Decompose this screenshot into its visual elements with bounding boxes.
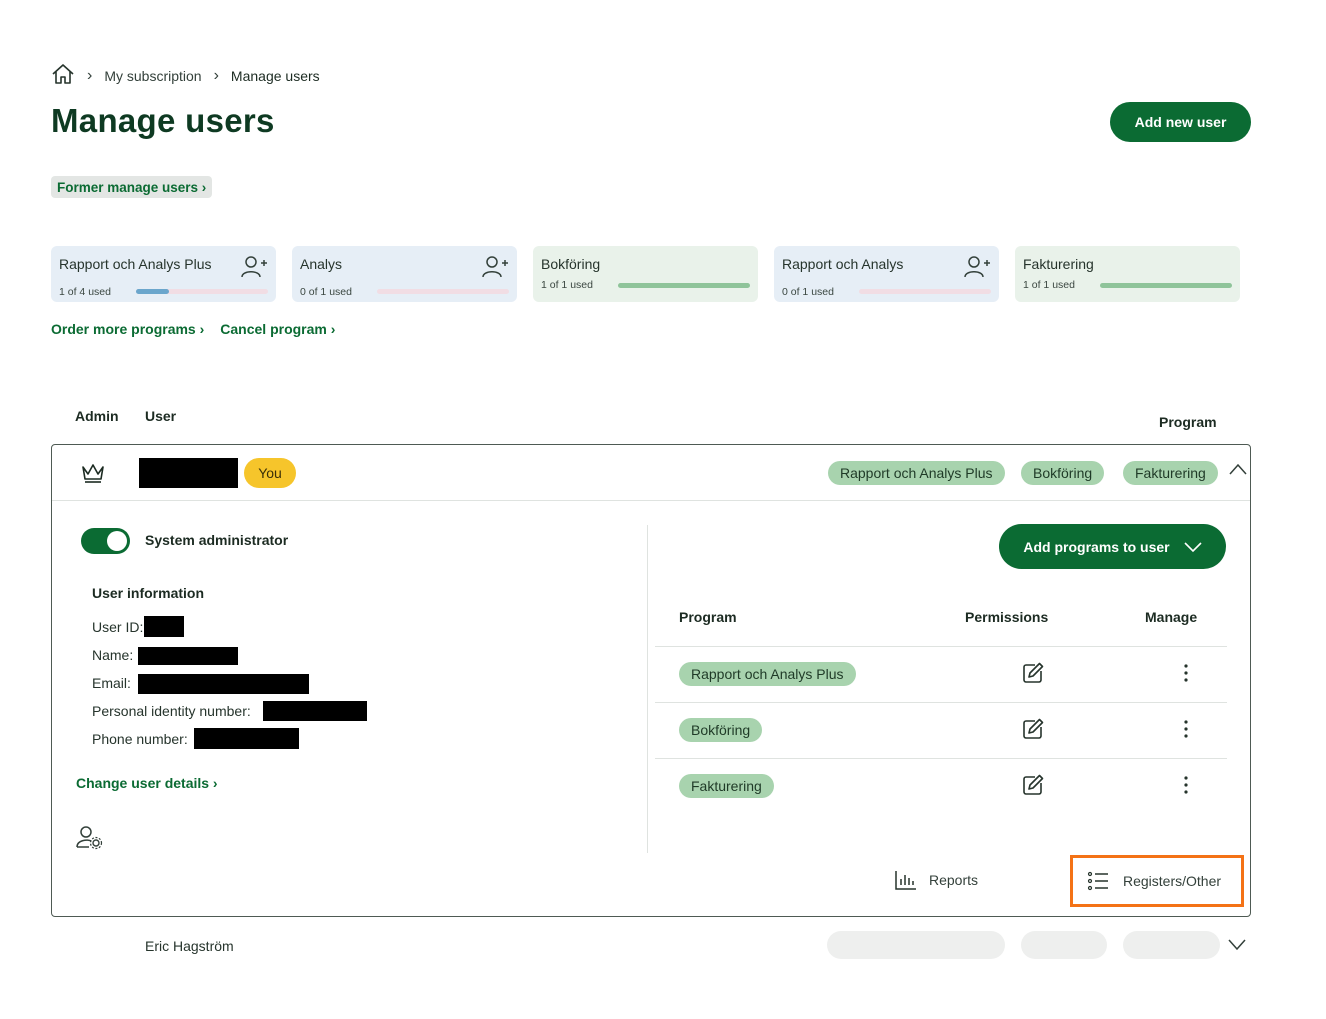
user-settings-icon[interactable]: [76, 825, 104, 851]
user-panel-header[interactable]: You Rapport och Analys Plus Bokföring Fa…: [52, 445, 1250, 501]
loading-program-pill: [1123, 931, 1220, 959]
system-admin-toggle[interactable]: [81, 528, 130, 554]
add-programs-to-user-button[interactable]: Add programs to user: [999, 524, 1226, 569]
registers-other-button[interactable]: Registers/Other: [1070, 855, 1244, 907]
edit-permissions-icon[interactable]: [1021, 717, 1045, 741]
user-panel-expanded: You Rapport och Analys Plus Bokföring Fa…: [51, 444, 1251, 917]
email-label: Email:: [92, 675, 131, 691]
chevron-down-icon: [1184, 541, 1202, 552]
program-table-header-permissions: Permissions: [965, 609, 1049, 625]
subscription-name: Fakturering: [1023, 256, 1094, 272]
more-options-icon[interactable]: [1174, 773, 1198, 797]
program-links: Order more programs › Cancel program ›: [51, 321, 335, 337]
loading-program-pill: [827, 931, 1005, 959]
subscription-card: Rapport och Analys Plus 1 of 4 used: [51, 246, 276, 302]
usage-bar: [859, 289, 991, 294]
personal-identity-number-label: Personal identity number:: [92, 703, 251, 719]
user-row-name[interactable]: Eric Hagström: [145, 938, 234, 954]
column-header-admin: Admin: [75, 408, 119, 424]
redacted-phone-number: [194, 728, 299, 749]
cancel-program-link[interactable]: Cancel program ›: [220, 321, 335, 337]
subscription-card: Analys 0 of 1 used: [292, 246, 517, 302]
subscription-card: Fakturering 1 of 1 used: [1015, 246, 1240, 302]
name-label: Name:: [92, 647, 134, 663]
subscription-name: Analys: [300, 256, 343, 272]
system-admin-label: System administrator: [145, 532, 289, 548]
usage-bar: [136, 289, 268, 294]
reports-button[interactable]: Reports: [895, 870, 978, 890]
loading-program-pill: [1021, 931, 1107, 959]
phone-number-label: Phone number:: [92, 731, 188, 747]
usage-bar: [377, 289, 509, 294]
subscription-usage: 0 of 1 used: [300, 286, 352, 298]
program-row: Rapport och Analys Plus: [655, 646, 1227, 702]
add-programs-label: Add programs to user: [1023, 538, 1170, 555]
subscription-usage: 1 of 4 used: [59, 286, 111, 298]
add-new-user-button[interactable]: Add new user: [1110, 102, 1251, 142]
home-icon[interactable]: [51, 63, 75, 88]
redacted-email: [138, 674, 309, 694]
edit-permissions-icon[interactable]: [1021, 773, 1045, 797]
subscription-usage: 1 of 1 used: [541, 279, 593, 291]
program-pill: Bokföring: [1021, 461, 1105, 485]
subscription-name: Bokföring: [541, 256, 601, 272]
panel-divider: [647, 525, 648, 853]
user-id-label: User ID:: [92, 619, 144, 635]
order-more-programs-link[interactable]: Order more programs ›: [51, 321, 204, 337]
usage-bar: [1100, 283, 1232, 288]
you-badge: You: [244, 458, 296, 488]
program-table-header-program: Program: [679, 609, 737, 625]
chevron-right-icon: ›: [87, 66, 93, 84]
add-user-icon[interactable]: [481, 254, 509, 280]
redacted-personal-identity-number: [263, 701, 367, 721]
bar-chart-icon: [895, 871, 916, 890]
chevron-up-icon[interactable]: [1229, 463, 1247, 475]
add-user-icon[interactable]: [963, 254, 991, 280]
subscription-usage: 0 of 1 used: [782, 286, 834, 298]
subscription-name: Rapport och Analys: [782, 256, 904, 272]
program-row: Fakturering: [655, 758, 1227, 814]
program-pill: Rapport och Analys Plus: [679, 662, 856, 686]
registers-other-label: Registers/Other: [1123, 873, 1222, 889]
breadcrumb: › My subscription › Manage users: [51, 63, 320, 88]
program-pill: Fakturering: [1123, 461, 1218, 485]
more-options-icon[interactable]: [1174, 717, 1198, 741]
subscription-card: Bokföring 1 of 1 used: [533, 246, 758, 302]
chevron-right-icon: ›: [213, 66, 219, 84]
program-pill: Fakturering: [679, 774, 774, 798]
breadcrumb-manage-users: Manage users: [230, 67, 320, 84]
reports-label: Reports: [929, 872, 979, 888]
page-title: Manage users: [51, 102, 275, 139]
subscription-cards: Rapport och Analys Plus 1 of 4 used Anal…: [51, 246, 1240, 302]
breadcrumb-my-subscription[interactable]: My subscription: [104, 68, 201, 84]
list-icon: [1087, 871, 1108, 891]
edit-permissions-icon[interactable]: [1021, 661, 1045, 685]
chevron-down-icon[interactable]: [1228, 939, 1246, 951]
column-header-user: User: [145, 408, 177, 424]
program-row: Bokföring: [655, 702, 1227, 758]
subscription-card: Rapport och Analys 0 of 1 used: [774, 246, 999, 302]
redacted-user-name: [139, 458, 238, 488]
user-information-title: User information: [92, 585, 205, 601]
usage-bar: [618, 283, 750, 288]
program-pill: Bokföring: [679, 718, 763, 742]
change-user-details-link[interactable]: Change user details ›: [76, 775, 218, 791]
more-options-icon[interactable]: [1174, 661, 1198, 685]
column-header-program: Program: [1159, 414, 1217, 430]
program-pill: Rapport och Analys Plus: [828, 461, 1005, 485]
subscription-name: Rapport och Analys Plus: [59, 256, 212, 272]
former-manage-users-link[interactable]: Former manage users ›: [51, 176, 213, 198]
redacted-name: [138, 647, 238, 665]
redacted-user-id: [144, 616, 184, 637]
program-table-header-manage: Manage: [1145, 609, 1198, 625]
crown-icon: [82, 464, 104, 483]
add-user-icon[interactable]: [240, 254, 268, 280]
subscription-usage: 1 of 1 used: [1023, 279, 1075, 291]
